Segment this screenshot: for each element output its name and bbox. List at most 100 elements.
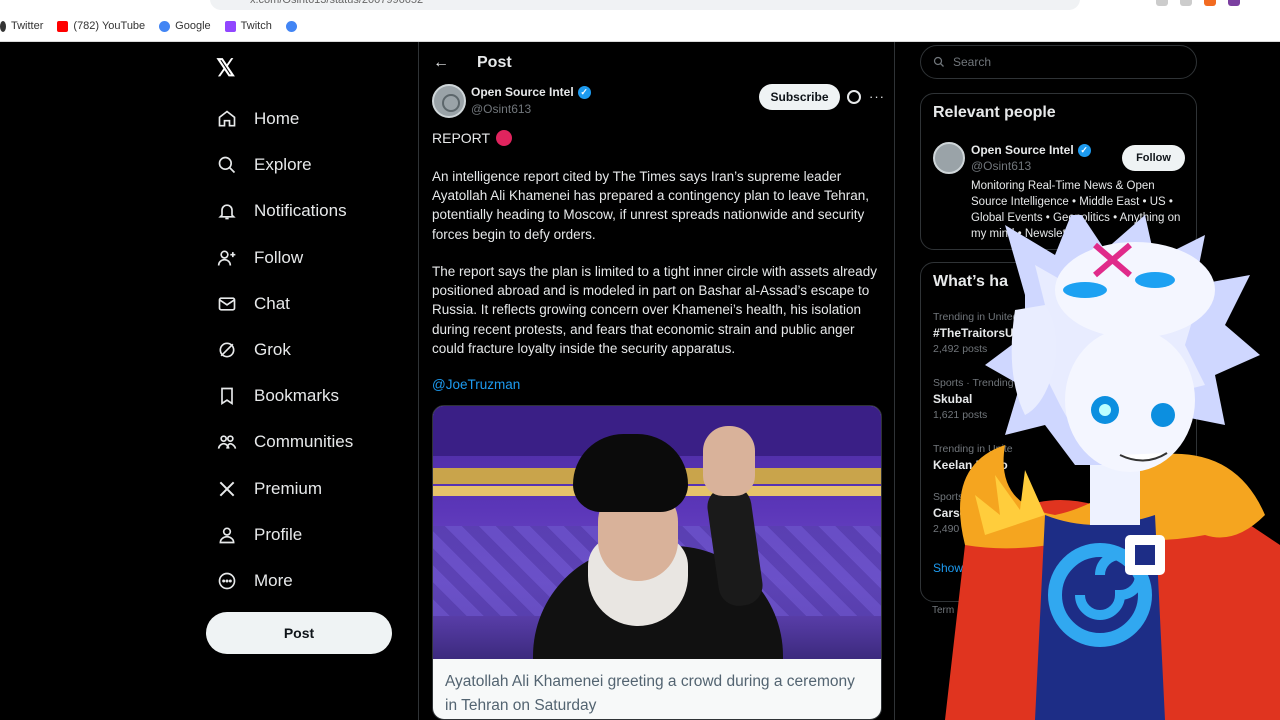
trend-name: Skubal (933, 392, 973, 406)
show-more-link[interactable]: Show m (933, 561, 976, 575)
post-media-card[interactable]: Ayatollah Ali Khamenei greeting a crowd … (432, 405, 882, 720)
nav-label: Profile (254, 524, 303, 544)
bookmark-icon (216, 385, 238, 407)
nav-label: Chat (254, 293, 290, 313)
nav-item-bookmarks[interactable]: Bookmarks (216, 373, 353, 419)
bell-icon (216, 200, 238, 222)
nav-label: Notifications (254, 201, 347, 221)
bookmark-label: Twitch (240, 20, 272, 32)
trend-count: 2,490 p (933, 523, 969, 535)
nav-item-explore[interactable]: Explore (216, 142, 353, 188)
nav-label: Home (254, 109, 300, 129)
post-button[interactable]: Post (206, 612, 392, 654)
communities-icon (216, 431, 238, 453)
search-input[interactable] (953, 55, 1173, 69)
address-text: x.com/Osint613/status/2007996652 (250, 0, 424, 6)
media-caption: Ayatollah Ali Khamenei greeting a crowd … (445, 673, 855, 714)
browser-extensions (1156, 0, 1240, 6)
search-box[interactable] (920, 45, 1197, 79)
bookmark-google[interactable]: Google (159, 20, 211, 32)
google-icon (159, 20, 171, 32)
brave-icon[interactable] (1204, 0, 1216, 6)
nav-list: Home Explore Notifications Follow Chat G… (216, 96, 353, 604)
more-options-icon[interactable]: ··· (869, 89, 885, 104)
verified-badge-icon: ✓ (577, 85, 591, 99)
trend-meta: Trending in United (933, 311, 1019, 323)
extension-icon[interactable] (1156, 0, 1168, 6)
author-name[interactable]: Open Source Intel ✓ (471, 85, 591, 99)
bookmark-google-2[interactable] (285, 20, 297, 32)
trend-count: 1,621 posts (933, 409, 988, 421)
mention-link[interactable]: @JoeTruzman (432, 377, 520, 392)
bookmark-youtube[interactable]: (782) YouTube (57, 20, 145, 32)
trend-name: #TheTraitorsUS (933, 326, 1022, 340)
panel-title: What’s ha (933, 273, 1008, 290)
author-handle[interactable]: @Osint613 (471, 102, 531, 116)
x-icon (216, 478, 238, 500)
trend-item[interactable]: Sports · Trending Skubal 1,621 posts (933, 377, 1014, 421)
nav-item-communities[interactable]: Communities (216, 419, 353, 465)
bookmark-twitch[interactable]: Twitch (224, 20, 272, 32)
post-paragraph: The report says the plan is limited to a… (432, 264, 877, 356)
more-circle-icon (216, 570, 238, 592)
extension-icon[interactable] (1180, 0, 1192, 6)
terms-link[interactable]: Term (932, 605, 954, 616)
address-bar[interactable]: x.com/Osint613/status/2007996652 (210, 0, 1080, 10)
trends-panel: What’s ha Trending in United #TheTraitor… (920, 262, 1197, 602)
trend-name: Carson B (933, 506, 987, 520)
trend-meta: Sports · T (933, 491, 979, 503)
report-text: REPORT (432, 130, 491, 146)
nav-item-more[interactable]: More (216, 558, 353, 604)
nav-item-premium[interactable]: Premium (216, 466, 353, 512)
person-avatar[interactable] (933, 142, 965, 174)
bookmark-twitter[interactable]: Twitter (0, 20, 43, 32)
photo-turban (573, 434, 688, 512)
twitch-icon (224, 20, 236, 32)
x-logo-icon[interactable]: 𝕏 (216, 54, 235, 83)
report-label: REPORT (432, 130, 513, 146)
person-handle[interactable]: @Osint613 (971, 159, 1031, 173)
person-name[interactable]: Open Source Intel ✓ (971, 143, 1091, 157)
trend-item[interactable]: Trending in United #TheTraitorsUS 2,492 … (933, 311, 1022, 355)
post-header: ← Post (419, 42, 894, 84)
nav-label: Follow (254, 247, 304, 267)
follow-button[interactable]: Follow (1122, 145, 1185, 171)
back-arrow-icon[interactable]: ← (433, 54, 449, 72)
browser-chrome: x.com/Osint613/status/2007996652 Twitter… (0, 0, 1280, 42)
nav-item-notifications[interactable]: Notifications (216, 188, 353, 234)
bookmarks-bar: Twitter (782) YouTube Google Twitch (0, 16, 297, 36)
nav-label: Bookmarks (254, 386, 340, 406)
nav-item-follow[interactable]: Follow (216, 235, 353, 281)
post-detail: ← Post Open Source Intel ✓ @Osint613 Sub… (418, 42, 895, 720)
trend-count: 2,492 posts (933, 343, 988, 355)
verified-badge-icon: ✓ (1077, 143, 1091, 157)
trend-item[interactable]: Trending in Unite Keelan Mario (933, 443, 1013, 472)
nav-label: Premium (254, 478, 323, 498)
person-name-text: Open Source Intel (971, 143, 1074, 157)
nav-item-home[interactable]: Home (216, 96, 353, 142)
nav-item-profile[interactable]: Profile (216, 512, 353, 558)
left-navigation: 𝕏 Home Explore Notifications Follow Chat… (206, 42, 416, 720)
add-user-icon (216, 247, 238, 269)
page-title: Post (477, 54, 512, 71)
trend-meta: Trending in Unite (933, 443, 1013, 455)
post-paragraph: An intelligence report cited by The Time… (432, 169, 870, 242)
panel-title: Relevant people (933, 104, 1056, 121)
post-photo[interactable] (433, 406, 881, 659)
home-icon (216, 108, 238, 130)
bird-icon (0, 20, 6, 32)
trend-name: Keelan Mario (933, 458, 1008, 472)
grok-icon[interactable] (847, 90, 861, 104)
nav-label: Explore (254, 155, 312, 175)
profile-icon[interactable] (1228, 0, 1240, 6)
trend-item[interactable]: Sports · T Carson B 2,490 p (933, 491, 986, 535)
subscribe-button[interactable]: Subscribe (759, 84, 840, 110)
author-avatar[interactable] (432, 84, 466, 118)
nav-item-chat[interactable]: Chat (216, 281, 353, 327)
photo-hand (703, 426, 755, 496)
bookmark-label: (782) YouTube (73, 20, 146, 32)
nav-item-grok[interactable]: Grok (216, 327, 353, 373)
relevant-people-panel: Relevant people Open Source Intel ✓ @Osi… (920, 93, 1197, 250)
person-bio: Monitoring Real-Time News & Open Source … (971, 180, 1181, 240)
nav-label: More (254, 570, 293, 590)
